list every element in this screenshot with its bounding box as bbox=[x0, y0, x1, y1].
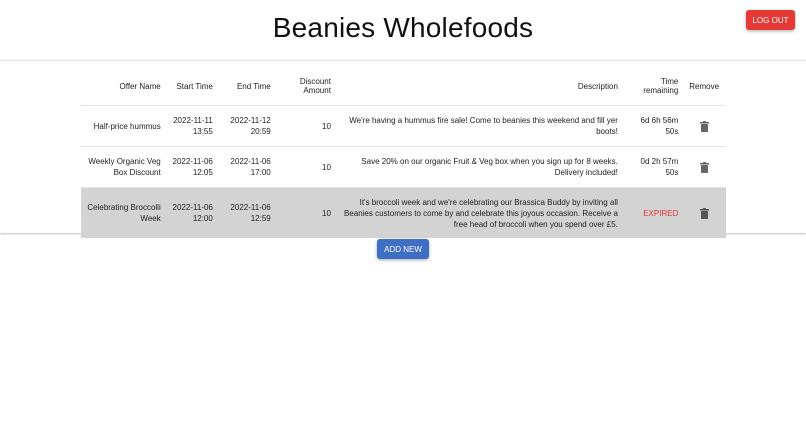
table-header-row: Offer Name Start Time End Time Discount … bbox=[81, 67, 726, 106]
offer-description: It's broccoli week and we're celebrating… bbox=[334, 187, 626, 238]
time-remaining: 6d 6h 56m 50s bbox=[625, 105, 683, 147]
logout-button[interactable]: LOG OUT bbox=[746, 10, 795, 30]
offer-name: Weekly Organic Veg Box Discount bbox=[81, 146, 165, 188]
discount-amount: 10 bbox=[274, 146, 335, 188]
trash-icon[interactable] bbox=[699, 161, 709, 173]
offer-name: Half-price hummus bbox=[81, 105, 165, 147]
app-header: Beanies Wholefoods LOG OUT bbox=[0, 0, 806, 60]
offers-panel: Offer Name Start Time End Time Discount … bbox=[0, 60, 806, 238]
remove-cell bbox=[682, 146, 726, 188]
remove-cell bbox=[682, 105, 726, 147]
table-row: Weekly Organic Veg Box Discount 2022-11-… bbox=[81, 146, 726, 188]
header-remove: Remove bbox=[689, 81, 720, 91]
page-title: Beanies Wholefoods bbox=[272, 12, 534, 43]
start-time: 2022-11-11 13:55 bbox=[164, 105, 217, 147]
time-remaining: 0d 2h 57m 50s bbox=[625, 146, 683, 188]
table-row: Half-price hummus 2022-11-11 13:55 2022-… bbox=[81, 105, 726, 147]
add-new-button[interactable]: ADD NEW bbox=[377, 239, 429, 259]
start-time: 2022-11-06 12:00 bbox=[164, 187, 217, 238]
offers-table: Offer Name Start Time End Time Discount … bbox=[81, 67, 726, 238]
header-end-time: End Time bbox=[236, 81, 271, 91]
header-time-remaining: Time remaining bbox=[643, 77, 679, 95]
end-time: 2022-11-12 20:59 bbox=[216, 105, 275, 147]
header-start-time: Start Time bbox=[176, 81, 213, 91]
table-row-expired: Celebrating Broccolli Week 2022-11-06 12… bbox=[81, 187, 726, 238]
end-time: 2022-11-06 17:00 bbox=[216, 146, 275, 188]
start-time: 2022-11-06 12:05 bbox=[164, 146, 217, 188]
discount-amount: 10 bbox=[274, 187, 335, 238]
discount-amount: 10 bbox=[274, 105, 335, 147]
offer-description: We're having a hummus fire sale! Come to… bbox=[334, 105, 626, 147]
expired-status: EXPIRED bbox=[625, 187, 683, 238]
header-offer-name: Offer Name bbox=[119, 81, 161, 91]
trash-icon[interactable] bbox=[699, 207, 709, 219]
end-time: 2022-11-06 12:59 bbox=[216, 187, 275, 238]
header-discount-amount: Discount Amount bbox=[299, 77, 331, 95]
offer-name: Celebrating Broccolli Week bbox=[81, 187, 165, 238]
header-description: Description bbox=[577, 81, 618, 91]
trash-icon[interactable] bbox=[699, 120, 709, 132]
offer-description: Save 20% on our organic Fruit & Veg box … bbox=[334, 146, 626, 188]
remove-cell bbox=[682, 187, 726, 238]
